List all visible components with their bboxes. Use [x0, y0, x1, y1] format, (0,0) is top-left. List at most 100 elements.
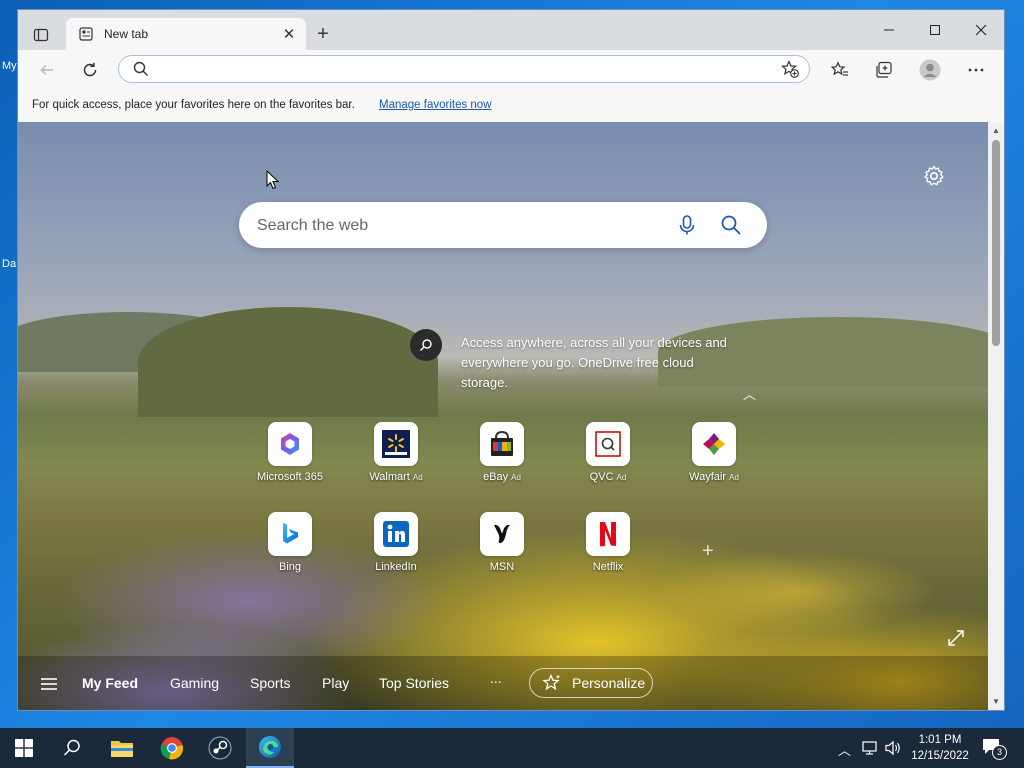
taskbar: ︿ 1:01 PM 12/15/2022 3: [0, 728, 1024, 768]
collapse-chevron-icon[interactable]: ︿: [743, 384, 756, 403]
expand-icon[interactable]: [946, 628, 966, 648]
browser-window: New tab ✕ + For quick access, place your…: [18, 10, 1004, 710]
address-bar[interactable]: [118, 55, 810, 83]
favorites-icon: [831, 61, 848, 76]
ad-badge: Ad: [616, 473, 627, 482]
quick-link-name: MSN: [489, 561, 515, 573]
quick-link-label: QVC Ad: [590, 471, 627, 483]
quick-link-name: QVC: [589, 471, 614, 483]
personalize-button[interactable]: Personalize: [529, 668, 653, 698]
close-tab-button[interactable]: ✕: [276, 21, 302, 47]
taskbar-search-button[interactable]: [48, 728, 96, 768]
collections-icon: [876, 61, 892, 78]
address-input[interactable]: [163, 60, 767, 80]
quick-link-name: eBay: [483, 471, 509, 483]
search-submit-icon[interactable]: [720, 214, 742, 236]
feed-tab-gaming[interactable]: Gaming: [170, 675, 219, 691]
quick-link-label: Bing: [279, 561, 301, 573]
desktop-icon-label[interactable]: Da: [2, 258, 16, 270]
onedrive-promo-text[interactable]: Access anywhere, across all your devices…: [461, 333, 731, 393]
tab-actions-button[interactable]: [26, 20, 56, 50]
quick-link-name: LinkedIn: [375, 561, 417, 573]
profile-button[interactable]: [915, 55, 945, 85]
taskbar-file-explorer[interactable]: [98, 728, 146, 768]
page-settings-button[interactable]: [922, 164, 946, 188]
feed-tab-top-stories[interactable]: Top Stories: [379, 675, 449, 691]
add-shortcut-icon[interactable]: +: [702, 540, 714, 563]
ad-badge: Ad: [729, 473, 739, 482]
back-arrow-icon: [40, 64, 53, 76]
quick-link-tile[interactable]: Microsoft 365: [240, 422, 340, 502]
folder-icon: [111, 741, 133, 757]
taskbar-chrome[interactable]: [148, 728, 196, 768]
notification-center-button[interactable]: 3: [980, 736, 1008, 760]
feed-tab-sports[interactable]: Sports: [250, 675, 290, 691]
steam-icon: [208, 736, 232, 760]
maximize-button[interactable]: [912, 10, 958, 50]
quick-link-name: Bing: [278, 561, 302, 573]
back-button[interactable]: [32, 55, 62, 85]
ad-badge: Ad: [412, 473, 423, 482]
new-tab-button[interactable]: +: [311, 22, 335, 46]
qvc-icon: [586, 422, 630, 466]
collections-button[interactable]: [869, 55, 899, 85]
quick-link-label: MSN: [490, 561, 514, 573]
promo-search-icon[interactable]: [410, 329, 442, 361]
minimize-button[interactable]: [866, 10, 912, 50]
personalize-label: Personalize: [572, 675, 646, 691]
start-button[interactable]: [0, 728, 48, 768]
close-window-button[interactable]: [958, 10, 1004, 50]
quick-link-label: LinkedIn: [375, 561, 417, 573]
refresh-button[interactable]: [75, 55, 105, 85]
feed-tab-play[interactable]: Play: [322, 675, 349, 691]
microphone-icon[interactable]: [676, 214, 698, 236]
quick-link-tile[interactable]: QVC Ad: [558, 422, 658, 502]
quick-link-tile[interactable]: Walmart Ad: [346, 422, 446, 502]
quick-link-tile[interactable]: LinkedIn: [346, 512, 446, 592]
tab-actions-icon: [33, 28, 49, 42]
scroll-up-icon[interactable]: ▲: [992, 126, 1000, 135]
quick-link-name: Wayfair: [689, 471, 727, 483]
manage-favorites-link[interactable]: Manage favorites now: [379, 99, 492, 111]
settings-more-button[interactable]: [961, 55, 991, 85]
quick-link-name: Netflix: [592, 561, 624, 573]
quick-link-tile[interactable]: Wayfair Ad: [664, 422, 764, 502]
mouse-cursor-icon: [266, 170, 280, 190]
page-scrollbar[interactable]: ▲ ▼: [988, 122, 1004, 710]
new-tab-icon: [78, 26, 94, 42]
quick-link-tile[interactable]: MSN: [452, 512, 552, 592]
taskbar-edge[interactable]: [246, 728, 294, 768]
favorites-button[interactable]: [825, 55, 855, 85]
more-icon: [968, 68, 984, 72]
clock-time: 1:01 PM: [918, 734, 962, 746]
quick-link-tile[interactable]: eBay Ad: [452, 422, 552, 502]
background-hill: [138, 307, 438, 417]
bing-icon: [268, 512, 312, 556]
add-favorite-icon[interactable]: [781, 60, 799, 78]
feed-more-button[interactable]: ...: [490, 670, 502, 686]
tab-title: New tab: [104, 27, 149, 41]
quick-link-tile[interactable]: Netflix: [558, 512, 658, 592]
network-icon[interactable]: [862, 740, 880, 756]
quick-link-name: Microsoft 365: [256, 471, 324, 483]
scrollbar-thumb[interactable]: [992, 140, 1000, 346]
system-clock[interactable]: 1:01 PM 12/15/2022: [904, 732, 976, 764]
quick-link-tile[interactable]: Bing: [240, 512, 340, 592]
chrome-icon: [160, 737, 184, 760]
clock-date: 12/15/2022: [911, 750, 969, 762]
tab-new-tab[interactable]: New tab ✕: [66, 18, 306, 50]
volume-icon[interactable]: [884, 740, 902, 756]
taskbar-steam[interactable]: [196, 728, 244, 768]
toolbar: [18, 50, 1004, 90]
menu-icon[interactable]: [40, 676, 58, 692]
scroll-down-icon[interactable]: ▼: [992, 697, 1000, 706]
feed-tab-my-feed[interactable]: My Feed: [82, 675, 138, 691]
desktop-icon-label[interactable]: My: [2, 60, 17, 72]
tab-strip: New tab ✕ +: [18, 10, 1004, 50]
show-hidden-icons[interactable]: ︿: [838, 740, 851, 759]
maximize-icon: [930, 25, 940, 35]
web-search-box[interactable]: [239, 202, 767, 248]
web-search-input[interactable]: [255, 215, 659, 237]
quick-link-label: Netflix: [593, 561, 624, 573]
linkedin-icon: [374, 512, 418, 556]
